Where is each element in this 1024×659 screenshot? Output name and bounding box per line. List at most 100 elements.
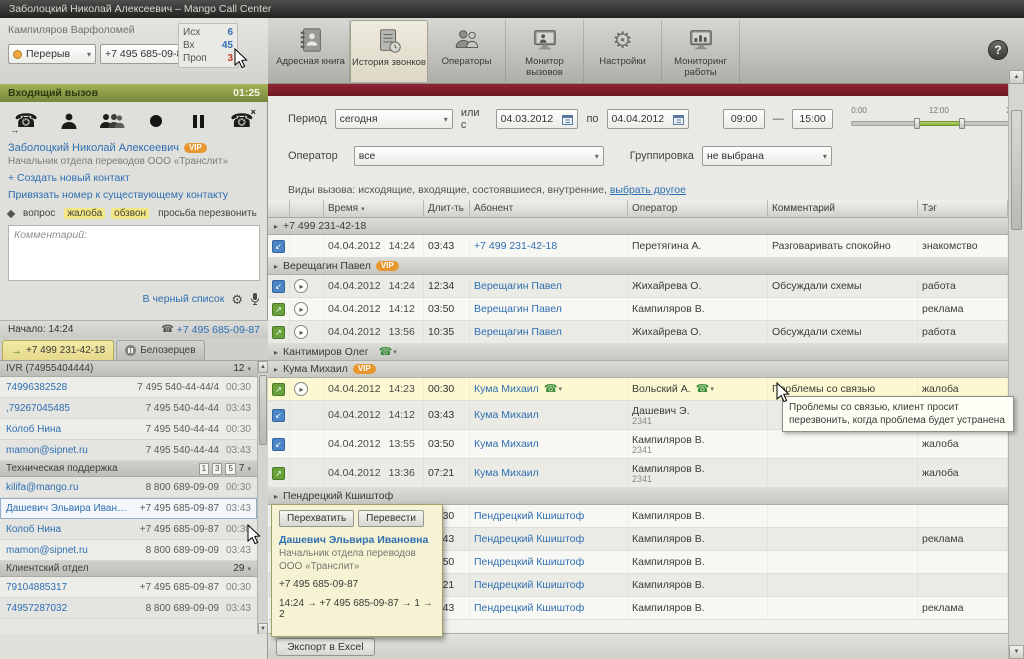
abonent-link[interactable]: Кума Михаил xyxy=(474,383,539,395)
scroll-thumb[interactable] xyxy=(259,375,267,445)
abonent-link[interactable]: +7 499 231-42-18 xyxy=(474,240,557,252)
nav-item-settings[interactable]: ⚙Настройки xyxy=(584,20,662,82)
chevron-down-icon[interactable]: ▾ xyxy=(247,465,251,473)
queue-row[interactable]: 79104885317+7 495 685-09-8700:30 xyxy=(0,577,257,598)
expand-icon[interactable]: ▸ xyxy=(274,365,278,374)
expand-icon[interactable]: ▸ xyxy=(274,348,278,357)
scroll-thumb[interactable] xyxy=(1011,110,1022,230)
queue-caller-link[interactable]: mamon@sipnet.ru xyxy=(6,545,127,556)
queue-row[interactable]: Колоб Нина7 495 540-44-4400:30 xyxy=(0,419,257,440)
nav-item-call-monitor[interactable]: Монитор вызовов xyxy=(506,20,584,82)
column-header-abonent[interactable]: Абонент xyxy=(470,200,628,217)
call-tag-chip[interactable]: обзвон xyxy=(111,208,149,219)
slider-handle-start[interactable] xyxy=(914,118,920,129)
time-to-input[interactable]: 15:00 xyxy=(792,109,833,129)
microphone-icon[interactable] xyxy=(250,292,260,306)
attach-number-link[interactable]: Привязать номер к существующему контакту xyxy=(8,189,228,201)
slider-range[interactable] xyxy=(917,121,961,126)
queue-row[interactable]: ,792670454857 495 540-44-4403:43 xyxy=(0,398,257,419)
abonent-link[interactable]: Кума Михаил xyxy=(474,438,539,450)
chevron-down-icon[interactable]: ▾ xyxy=(247,365,251,373)
group-header[interactable]: ▸Пендрецкий Кшиштоф xyxy=(268,488,1008,505)
nav-item-work-monitoring[interactable]: Мониторинг работы xyxy=(662,20,740,82)
export-excel-button[interactable]: Экспорт в Excel xyxy=(276,638,375,656)
transfer-button[interactable]: Перевести xyxy=(358,510,424,527)
queue-section-header[interactable]: Клиентский отдел29▾ xyxy=(0,561,257,577)
column-header-operator[interactable]: Оператор xyxy=(628,200,768,217)
help-button[interactable]: ? xyxy=(988,40,1008,60)
play-record-button[interactable]: ▸ xyxy=(294,382,308,396)
queue-section-header[interactable]: Техническая поддержка1357▾ xyxy=(0,461,257,477)
history-row[interactable]: ↙▸04.04.201214:2412:34Верещагин ПавелЖих… xyxy=(268,275,1008,298)
abonent-link[interactable]: Пендрецкий Кшиштоф xyxy=(474,533,584,545)
play-record-button[interactable]: ▸ xyxy=(294,279,308,293)
hangup-button[interactable]: ☎× xyxy=(225,106,259,136)
expand-icon[interactable]: ▸ xyxy=(274,262,278,271)
abonent-link[interactable]: Верещагин Павел xyxy=(474,303,562,315)
intercept-button[interactable]: Перехватить xyxy=(279,510,354,527)
scroll-up-icon[interactable]: ▲ xyxy=(258,361,268,373)
queue-row[interactable]: Колоб Нина+7 495 685-09-8700:30 xyxy=(0,519,257,540)
gear-icon[interactable]: ⚙ xyxy=(231,293,243,306)
expand-icon[interactable]: ▸ xyxy=(274,492,278,501)
abonent-link[interactable]: Пендрецкий Кшиштоф xyxy=(474,579,584,591)
column-header-time[interactable]: Время▾ xyxy=(324,200,424,217)
nav-item-operators[interactable]: Операторы xyxy=(428,20,506,82)
call-action-icon[interactable]: ☎▾ xyxy=(696,384,714,395)
history-row[interactable]: ↙04.04.201213:5503:50Кума МихаилКампиляр… xyxy=(268,430,1008,459)
column-header-play[interactable] xyxy=(290,200,324,217)
queue-caller-link[interactable]: Колоб Нина xyxy=(6,524,127,535)
queue-row[interactable]: Дашевич Эльвира Ивановна+7 495 685-09-87… xyxy=(0,498,257,519)
call-action-icon[interactable]: ☎▾ xyxy=(544,384,562,395)
call-start-number[interactable]: +7 495 685-09-87 xyxy=(177,324,260,336)
group-header[interactable]: ▸Кантимиров Олег☎▾ xyxy=(268,344,1008,361)
caller-name-link[interactable]: Заболоцкий Николай Алексеевич xyxy=(8,142,179,154)
queue-caller-link[interactable]: 74957287032 xyxy=(6,603,127,614)
queue-caller-link[interactable]: mamon@sipnet.ru xyxy=(6,445,127,456)
group-header[interactable]: ▸Кума МихаилVIP xyxy=(268,361,1008,378)
calendar-icon[interactable] xyxy=(673,114,684,125)
play-record-button[interactable]: ▸ xyxy=(294,302,308,316)
scroll-down-icon[interactable]: ▼ xyxy=(258,623,268,634)
queue-caller-link[interactable]: kilifa@mango.ru xyxy=(6,482,127,493)
choose-other-link[interactable]: выбрать другое xyxy=(610,184,686,196)
hold-button[interactable] xyxy=(182,106,216,136)
operator-select[interactable]: все ▾ xyxy=(354,146,604,166)
queue-caller-link[interactable]: Колоб Нина xyxy=(6,424,127,435)
queue-scrollbar[interactable]: ▲ ▼ xyxy=(257,361,268,634)
scroll-up-icon[interactable]: ▲ xyxy=(1009,70,1024,84)
history-row[interactable]: ↗▸04.04.201214:1203:50Верещагин ПавелКам… xyxy=(268,298,1008,321)
abonent-link[interactable]: Верещагин Павел xyxy=(474,280,562,292)
expand-icon[interactable]: ▸ xyxy=(274,222,278,231)
popup-contact-name[interactable]: Дашевич Эльвира Ивановна xyxy=(279,534,435,546)
comment-input[interactable] xyxy=(8,225,260,281)
chevron-down-icon[interactable]: ▾ xyxy=(247,565,251,573)
date-from-input[interactable]: 04.03.2012 xyxy=(496,109,579,129)
call-tab[interactable]: Белозерцев xyxy=(116,340,204,360)
queue-caller-link[interactable]: 74996382528 xyxy=(6,382,127,393)
grouping-select[interactable]: не выбрана ▾ xyxy=(702,146,832,166)
time-from-input[interactable]: 09:00 xyxy=(723,109,764,129)
call-tag-chip[interactable]: просьба перезвонить xyxy=(155,208,260,219)
history-row[interactable]: ↗▸04.04.201213:5610:35Верещагин ПавелЖих… xyxy=(268,321,1008,344)
group-header[interactable]: ▸+7 499 231-42-18 xyxy=(268,218,1008,235)
abonent-link[interactable]: Верещагин Павел xyxy=(474,326,562,338)
calendar-icon[interactable] xyxy=(562,114,573,125)
abonent-link[interactable]: Пендрецкий Кшиштоф xyxy=(474,602,584,614)
nav-item-call-history[interactable]: История звонков xyxy=(350,20,428,82)
queue-caller-link[interactable]: Дашевич Эльвира Ивановна xyxy=(6,503,127,514)
call-tag-chip[interactable]: вопрос xyxy=(20,208,58,219)
queue-row[interactable]: kilifa@mango.ru8 800 689-09-0900:30 xyxy=(0,477,257,498)
group-header[interactable]: ▸Верещагин ПавелVIP xyxy=(268,258,1008,275)
history-row[interactable]: ↗04.04.201213:3607:21Кума МихаилКампиляр… xyxy=(268,459,1008,488)
call-action-icon[interactable]: ☎▾ xyxy=(379,347,397,358)
create-contact-link[interactable]: + Создать новый контакт xyxy=(8,172,130,184)
queue-caller-link[interactable]: ,79267045485 xyxy=(6,403,127,414)
add-participant-button[interactable] xyxy=(52,106,86,136)
abonent-link[interactable]: Пендрецкий Кшиштоф xyxy=(474,510,584,522)
queue-caller-link[interactable]: 79104885317 xyxy=(6,582,127,593)
scroll-down-icon[interactable]: ▼ xyxy=(1009,645,1024,659)
call-tab[interactable]: →+7 499 231-42-18 xyxy=(2,340,114,360)
abonent-link[interactable]: Кума Михаил xyxy=(474,467,539,479)
record-button[interactable] xyxy=(139,106,173,136)
